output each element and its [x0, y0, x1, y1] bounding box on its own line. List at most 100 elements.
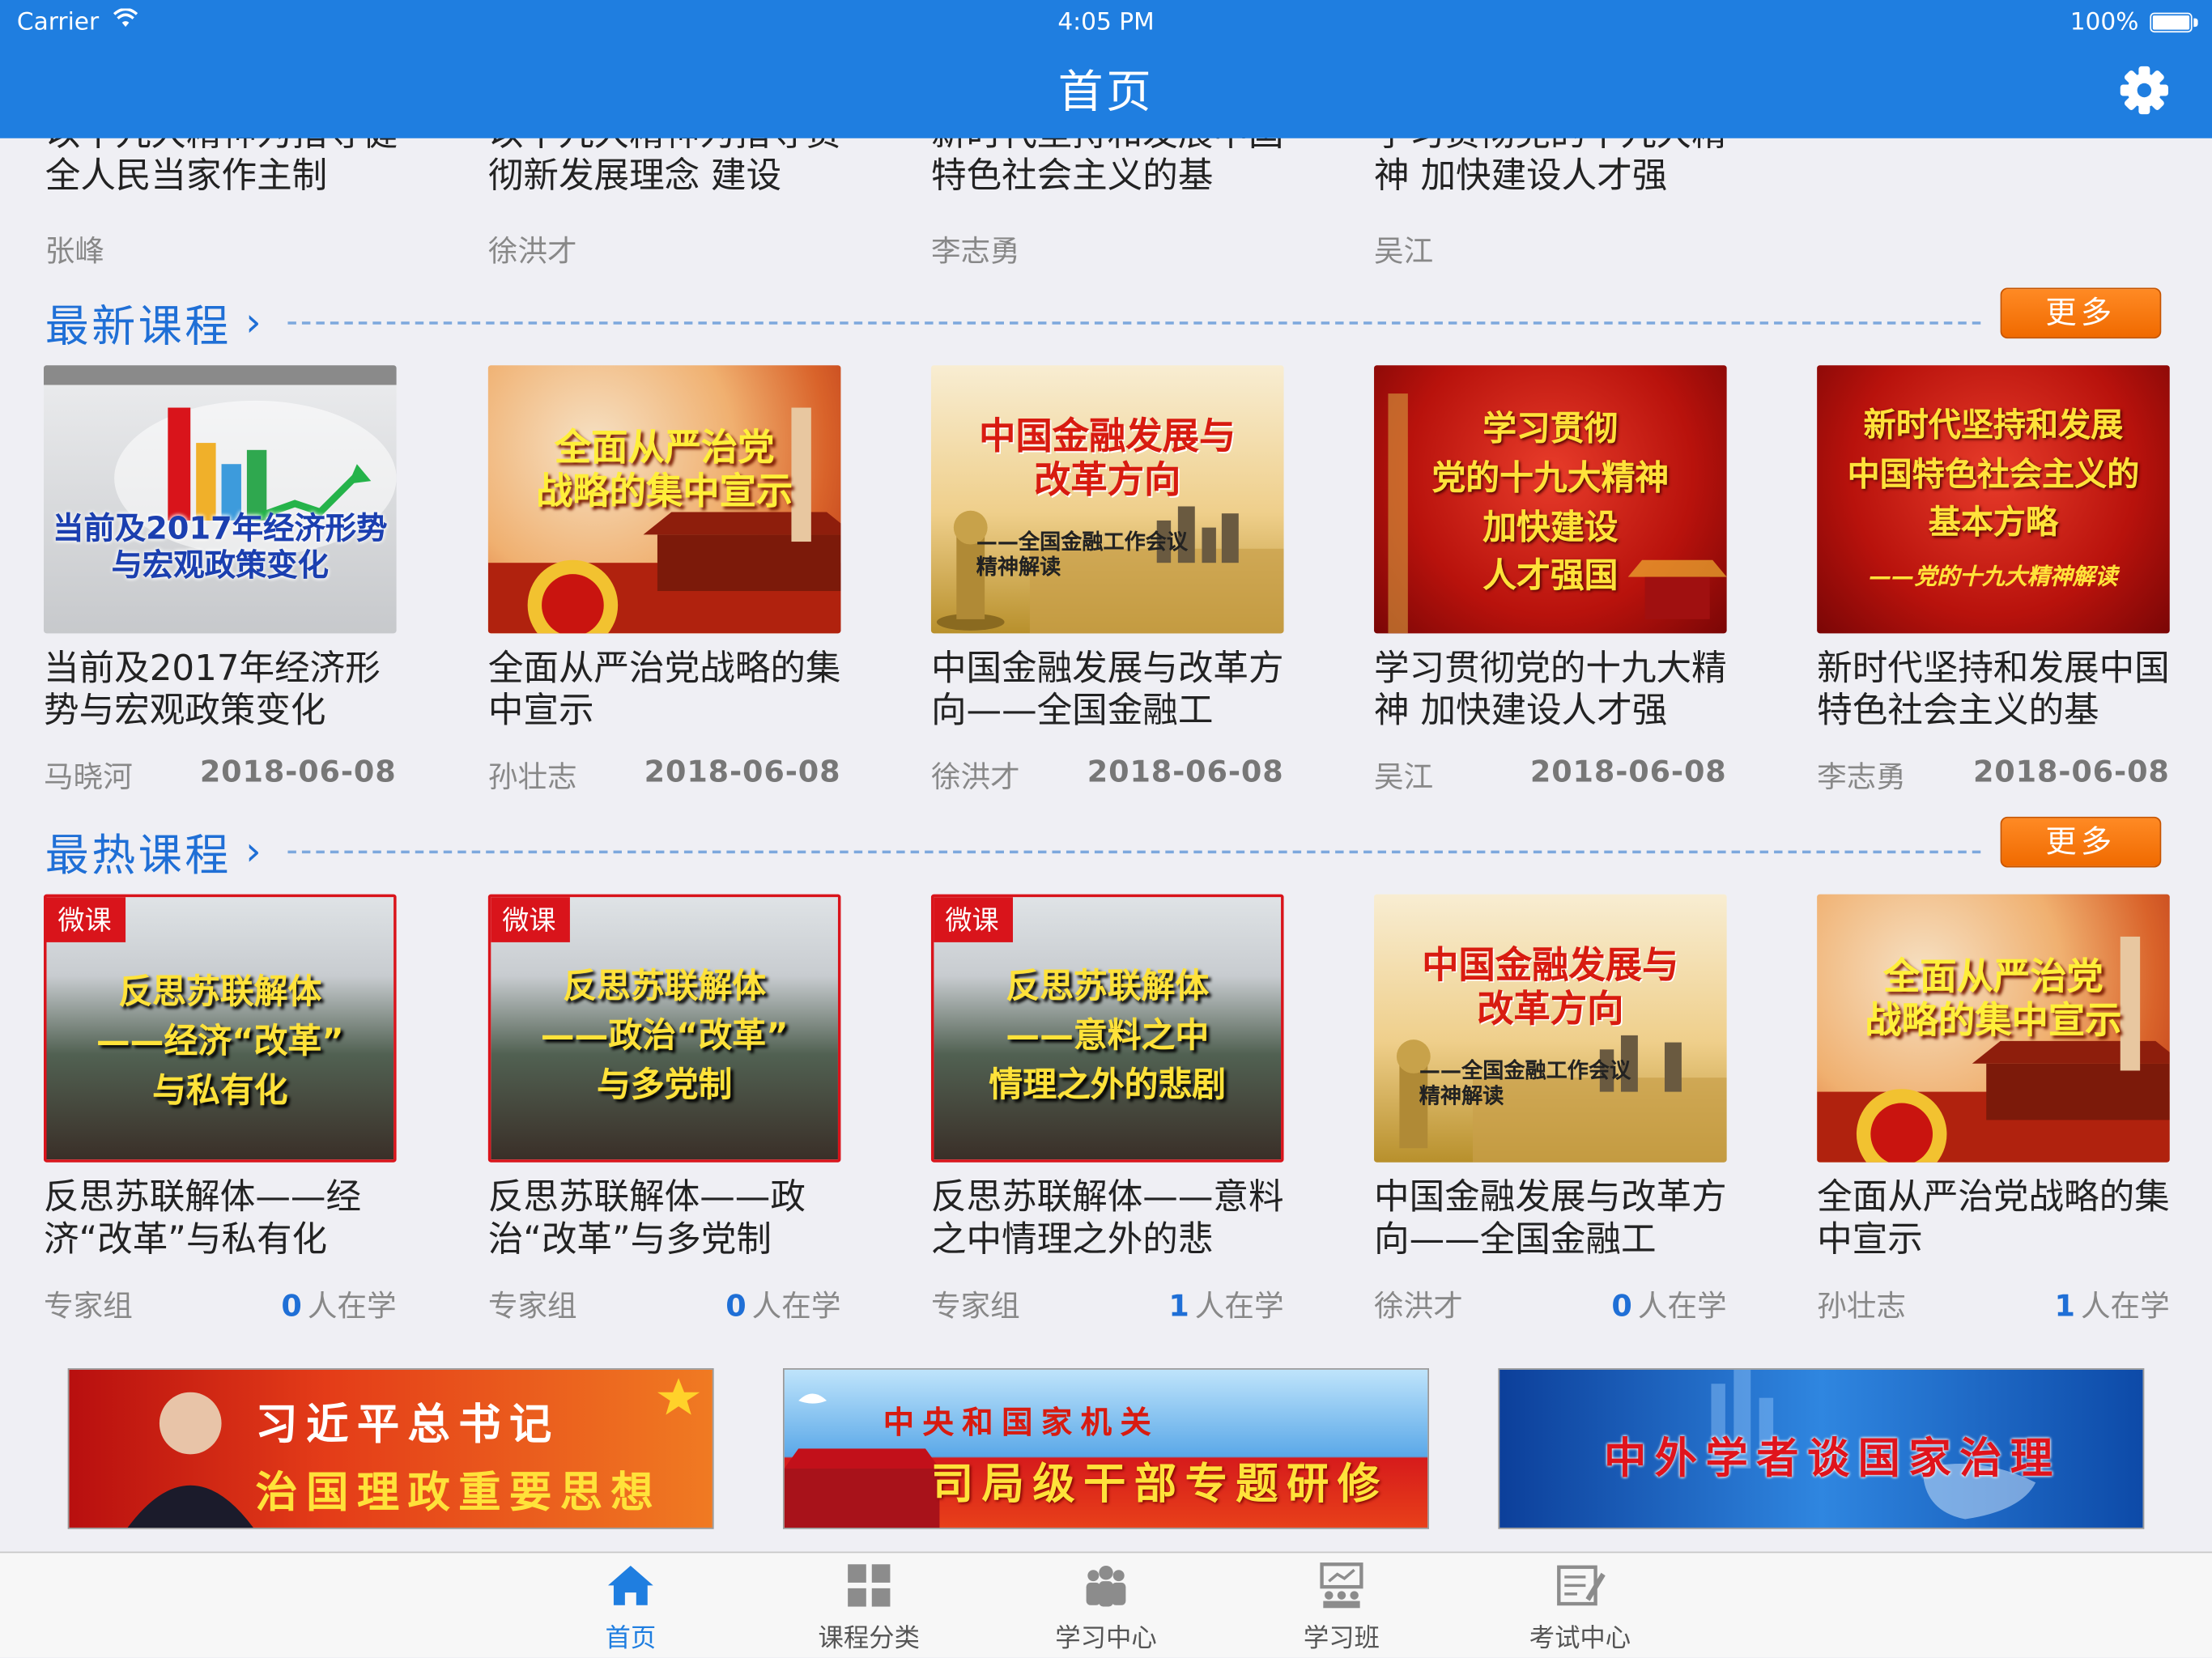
- learner-count-number: 1: [2054, 1289, 2075, 1324]
- banner-line2: 司局级干部专题研修: [930, 1460, 1389, 1510]
- thumbnail-caption: 反思苏联解体 ——意料之中 情理之外的悲剧: [989, 966, 1227, 1104]
- more-button[interactable]: 更多: [2000, 287, 2162, 339]
- tab-exam-center[interactable]: 考试中心: [1495, 1553, 1665, 1657]
- course-title: 当前及2017年经济形势与宏观政策变化: [44, 647, 381, 731]
- course-card[interactable]: 学习贯彻 党的十九大精神 加快建设 人才强国 学习贯彻党的十九大精神 加快建设人…: [1374, 365, 1727, 794]
- thumbnail-caption: 反思苏联解体 ——政治“改革” 与多党制: [540, 966, 789, 1104]
- course-card[interactable]: 全面从严治党 战略的集中宣示 全面从严治党战略的集中宣示 孙壮志 2018-06…: [487, 365, 841, 794]
- thumbnail-caption: 中国金融发展与 改革方向: [1422, 945, 1679, 1031]
- grid-icon: [844, 1562, 895, 1609]
- course-date: 2018-06-08: [1529, 755, 1727, 789]
- thumbnail-subcaption: ——党的十九大精神解读: [1869, 563, 2118, 590]
- course-meta: 徐洪才 2018-06-08: [931, 755, 1284, 797]
- course-meta: 专家组 0 人在学: [488, 1284, 841, 1326]
- learner-count: 0 人在学: [281, 1284, 396, 1326]
- course-thumbnail[interactable]: 微课 反思苏联解体 ——意料之中 情理之外的悲剧: [930, 894, 1284, 1163]
- learner-count: 0 人在学: [1611, 1284, 1726, 1326]
- banner-xi-thought[interactable]: 习近平总书记 治国理政重要思想: [67, 1368, 714, 1529]
- section-title[interactable]: 最热课程: [45, 819, 232, 882]
- course-thumbnail[interactable]: 微课 反思苏联解体 ——政治“改革” 与多党制: [487, 894, 841, 1163]
- gear-icon[interactable]: [2119, 65, 2170, 116]
- exam-icon: [1555, 1562, 1606, 1609]
- course-meta: 孙壮志 1 人在学: [1817, 1284, 2170, 1326]
- course-title: 学习贯彻党的十九大精神 加快建设人才强: [1374, 647, 1727, 731]
- course-title: 中国金融发展与改革方向——全国金融工: [1374, 1176, 1727, 1260]
- course-author: 徐洪才: [930, 760, 1020, 794]
- micro-course-badge: 微课: [934, 897, 1014, 942]
- thumbnail-subcaption: ——全国金融工作会议 精神解读: [1419, 1057, 1631, 1109]
- course-author: 孙壮志: [1817, 1289, 1906, 1324]
- thumbnail-caption: 学习贯彻 党的十九大精神 加快建设 人才强国: [1431, 409, 1670, 596]
- course-thumbnail[interactable]: 学习贯彻 党的十九大精神 加快建设 人才强国: [1374, 365, 1727, 634]
- course-thumbnail[interactable]: 中国金融发展与 改革方向 ——全国金融工作会议 精神解读: [1374, 894, 1727, 1163]
- course-date: 2018-06-08: [644, 755, 841, 789]
- course-meta: 孙壮志 2018-06-08: [488, 755, 841, 797]
- tab-course-categories[interactable]: 课程分类: [785, 1553, 954, 1657]
- chevron-right-icon[interactable]: ›: [245, 828, 262, 874]
- course-meta: 马晓河 2018-06-08: [44, 755, 397, 797]
- banner-scholars-governance[interactable]: 中外学者谈国家治理: [1498, 1368, 2145, 1529]
- banner-line2: 治国理政重要思想: [255, 1468, 662, 1518]
- course-card[interactable]: 全面从严治党 战略的集中宣示 全面从严治党战略的集中宣示 孙壮志 1 人在学: [1817, 894, 2170, 1323]
- course-meta: 专家组 1 人在学: [931, 1284, 1284, 1326]
- course-meta: 徐洪才 0 人在学: [1374, 1284, 1727, 1326]
- learner-count-suffix: 人在学: [751, 1289, 841, 1324]
- tab-learning-center[interactable]: 学习中心: [1021, 1553, 1190, 1657]
- learner-count-suffix: 人在学: [1637, 1289, 1727, 1324]
- tab-label: 首页: [605, 1623, 657, 1654]
- course-author: 吴江: [1374, 760, 1434, 794]
- hot-courses-header: 最热课程 › 更多: [45, 816, 2162, 882]
- learner-count-number: 0: [1611, 1289, 1632, 1324]
- section-title[interactable]: 最新课程: [45, 291, 232, 354]
- course-thumbnail[interactable]: 微课 反思苏联解体 ——经济“改革” 与私有化: [44, 894, 397, 1163]
- tab-label: 学习中心: [1055, 1623, 1157, 1654]
- course-card[interactable]: 微课 反思苏联解体 ——意料之中 情理之外的悲剧 反思苏联解体——意料之中情理之…: [930, 894, 1284, 1323]
- course-thumbnail[interactable]: 新时代坚持和发展 中国特色社会主义的 基本方略 ——党的十九大精神解读: [1817, 365, 2170, 634]
- clock: 4:05 PM: [1057, 8, 1155, 37]
- course-author: 徐洪才: [1374, 1289, 1463, 1324]
- course-author: 张峰: [45, 234, 104, 269]
- course-thumbnail[interactable]: 全面从严治党 战略的集中宣示: [1817, 894, 2170, 1163]
- course-thumbnail[interactable]: 全面从严治党 战略的集中宣示: [487, 365, 841, 634]
- course-title: 反思苏联解体——政治“改革”与多党制: [487, 1176, 806, 1260]
- course-meta: 吴江 2018-06-08: [1374, 755, 1727, 797]
- tab-label: 考试中心: [1529, 1623, 1631, 1654]
- course-author: 李志勇: [930, 234, 1020, 269]
- learner-count: 0 人在学: [725, 1284, 840, 1326]
- home-icon: [605, 1562, 656, 1609]
- learner-count-suffix: 人在学: [307, 1289, 397, 1324]
- course-title: 全面从严治党战略的集中宣示: [487, 647, 841, 731]
- learner-count-suffix: 人在学: [1194, 1289, 1284, 1324]
- chevron-right-icon[interactable]: ›: [245, 299, 262, 345]
- course-thumbnail[interactable]: 中国金融发展与 改革方向 ——全国金融工作会议 精神解读: [930, 365, 1284, 634]
- dashed-divider: [287, 850, 1981, 854]
- thumbnail-caption: 全面从严治党 战略的集中宣示: [1865, 956, 2122, 1043]
- classroom-icon: [1317, 1562, 1368, 1609]
- tab-bar: 首页 课程分类 学习中心 学习班 考试中心: [0, 1551, 2212, 1658]
- course-meta: 专家组 0 人在学: [44, 1284, 397, 1326]
- course-card[interactable]: 微课 反思苏联解体 ——经济“改革” 与私有化 反思苏联解体——经济“改革”与私…: [44, 894, 397, 1323]
- banner-cadre-training[interactable]: 中央和国家机关 司局级干部专题研修: [783, 1368, 1429, 1529]
- tab-study-class[interactable]: 学习班: [1257, 1553, 1426, 1657]
- course-card[interactable]: 中国金融发展与 改革方向 ——全国金融工作会议 精神解读 中国金融发展与改革方向…: [930, 365, 1284, 794]
- course-card[interactable]: 当前及2017年经济形势 与宏观政策变化 当前及2017年经济形势与宏观政策变化…: [44, 365, 397, 794]
- course-thumbnail[interactable]: 当前及2017年经济形势 与宏观政策变化: [44, 365, 397, 634]
- battery-percentage: 100%: [2069, 8, 2139, 37]
- thumbnail-caption: 当前及2017年经济形势 与宏观政策变化: [53, 512, 388, 585]
- learner-count-number: 1: [1168, 1289, 1189, 1324]
- home-scroll-content[interactable]: 以十九大精神为指导健全人民当家作主制 张峰 以十九大精神为指导贯彻新发展理念 建…: [0, 0, 2212, 1552]
- course-card[interactable]: 新时代坚持和发展 中国特色社会主义的 基本方略 ——党的十九大精神解读 新时代坚…: [1817, 365, 2170, 794]
- course-author: 孙壮志: [487, 760, 577, 794]
- course-date: 2018-06-08: [1972, 755, 2170, 789]
- learner-count-suffix: 人在学: [2080, 1289, 2170, 1324]
- tab-home[interactable]: 首页: [546, 1553, 715, 1657]
- course-title: 反思苏联解体——经济“改革”与私有化: [44, 1176, 362, 1260]
- course-card[interactable]: 中国金融发展与 改革方向 ——全国金融工作会议 精神解读 中国金融发展与改革方向…: [1374, 894, 1727, 1323]
- banner-line1: 习近平总书记: [255, 1401, 560, 1451]
- thumbnail-caption: 反思苏联解体 ——经济“改革” 与私有化: [96, 971, 344, 1110]
- micro-course-badge: 微课: [491, 897, 570, 942]
- course-date: 2018-06-08: [199, 755, 397, 789]
- more-button[interactable]: 更多: [2000, 816, 2162, 868]
- course-card[interactable]: 微课 反思苏联解体 ——政治“改革” 与多党制 反思苏联解体——政治“改革”与多…: [487, 894, 841, 1323]
- course-meta: 李志勇 2018-06-08: [1817, 755, 2170, 797]
